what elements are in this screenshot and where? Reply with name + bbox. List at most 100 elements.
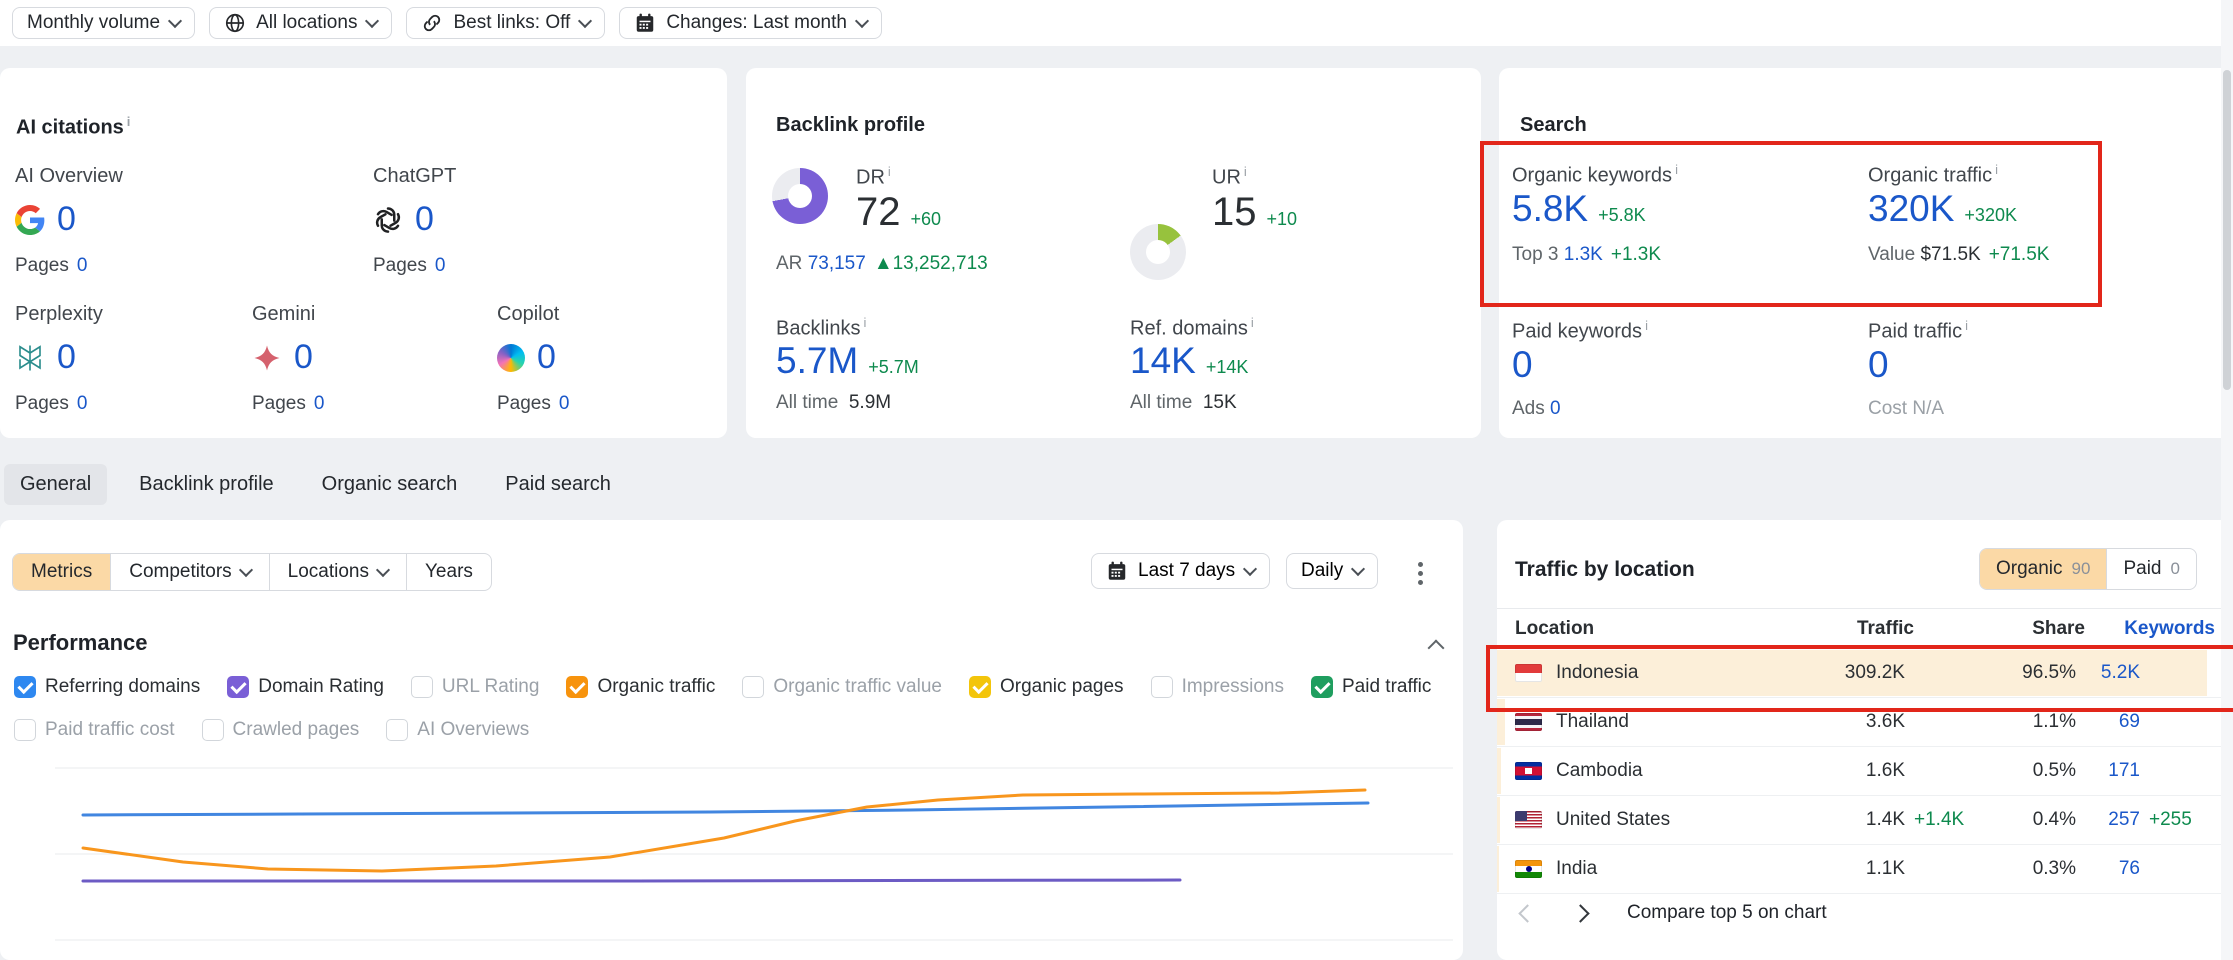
- info-icon[interactable]: i: [127, 114, 131, 129]
- tab-general[interactable]: General: [4, 464, 107, 505]
- metrics-segmented-control: Metrics Competitors Locations Years: [12, 553, 492, 591]
- perplexity-icon: [15, 343, 45, 373]
- paid-keywords-label: Paid keywordsi: [1512, 318, 1648, 344]
- ar-row: AR 73,157▲13,252,713: [776, 253, 988, 275]
- collapse-section-icon[interactable]: [1428, 640, 1445, 657]
- chatgpt-pages-link[interactable]: 0: [435, 255, 446, 276]
- checkbox-paid-traffic[interactable]: Paid traffic: [1311, 676, 1431, 698]
- info-icon[interactable]: i: [1675, 162, 1678, 177]
- scrollbar-thumb[interactable]: [2223, 70, 2231, 390]
- perplexity-count[interactable]: 0: [57, 338, 76, 377]
- checkbox-organic-traffic-value[interactable]: Organic traffic value: [742, 676, 942, 698]
- segment-metrics[interactable]: Metrics: [13, 554, 110, 590]
- date-range-dropdown[interactable]: Last 7 days: [1091, 553, 1270, 589]
- checkbox-impressions[interactable]: Impressions: [1151, 676, 1284, 698]
- tab-organic-search[interactable]: Organic search: [306, 464, 474, 505]
- checkbox-url-rating[interactable]: URL Rating: [411, 676, 540, 698]
- tab-paid-search[interactable]: Paid search: [489, 464, 627, 505]
- kebab-menu-icon[interactable]: [1414, 558, 1427, 589]
- backlinks-alltime: All time 5.9M: [776, 392, 891, 414]
- toggle-organic[interactable]: Organic90: [1980, 549, 2106, 589]
- copilot-count[interactable]: 0: [537, 338, 556, 377]
- changes-dropdown[interactable]: Changes: Last month: [619, 7, 882, 39]
- info-icon[interactable]: i: [863, 315, 866, 330]
- checkbox-referring-domains[interactable]: Referring domains: [14, 676, 200, 698]
- column-keywords[interactable]: Keywords: [2085, 618, 2215, 640]
- best-links-label: Best links: Off: [453, 12, 570, 34]
- info-icon[interactable]: i: [1995, 162, 1998, 177]
- gemini-pages-link[interactable]: 0: [314, 393, 325, 414]
- monthly-volume-dropdown[interactable]: Monthly volume: [12, 7, 195, 39]
- ai-citation-ai-overview: AI Overview 0 Pages0: [15, 165, 245, 277]
- ai-overview-count[interactable]: 0: [57, 200, 76, 239]
- search-panel: Search Organic keywordsi 5.8K+5.8K Top 3…: [1499, 68, 2233, 438]
- checkbox-icon: [969, 676, 991, 698]
- info-icon[interactable]: i: [1244, 164, 1247, 179]
- checkbox-crawled-pages[interactable]: Crawled pages: [202, 719, 360, 741]
- gemini-icon: [252, 343, 282, 373]
- flag-thailand: [1515, 713, 1542, 731]
- column-share[interactable]: Share: [1993, 618, 2085, 640]
- perplexity-pages-link[interactable]: 0: [77, 393, 88, 414]
- next-page-icon[interactable]: [1571, 904, 1589, 922]
- tab-backlink-profile[interactable]: Backlink profile: [123, 464, 290, 505]
- info-icon[interactable]: i: [1645, 318, 1648, 333]
- info-icon[interactable]: i: [888, 164, 891, 179]
- checkbox-paid-traffic-cost[interactable]: Paid traffic cost: [14, 719, 175, 741]
- granularity-dropdown[interactable]: Daily: [1286, 553, 1378, 589]
- backlinks-label: Backlinksi: [776, 315, 866, 341]
- info-icon[interactable]: i: [1251, 315, 1254, 330]
- keywords-link[interactable]: 5.2K: [2076, 662, 2140, 684]
- prev-page-icon[interactable]: [1518, 904, 1536, 922]
- paid-traffic-value-link[interactable]: 0: [1868, 344, 1889, 385]
- column-traffic[interactable]: Traffic: [1818, 618, 1914, 640]
- compare-top5-label[interactable]: Compare top 5 on chart: [1627, 902, 1827, 924]
- table-row-india[interactable]: India 1.1K 0.3% 76: [1497, 845, 2233, 894]
- search-title: Search: [1520, 114, 1587, 137]
- all-locations-dropdown[interactable]: All locations: [209, 7, 392, 39]
- organic-keywords-label: Organic keywordsi: [1512, 162, 1678, 188]
- table-row-thailand[interactable]: Thailand 3.6K 1.1% 69: [1497, 698, 2233, 747]
- info-icon[interactable]: i: [1965, 318, 1968, 333]
- ai-overview-pages-link[interactable]: 0: [77, 255, 88, 276]
- copilot-pages-link[interactable]: 0: [559, 393, 570, 414]
- granularity-label: Daily: [1301, 560, 1343, 582]
- chevron-down-icon: [1351, 562, 1365, 576]
- segment-years[interactable]: Years: [406, 554, 491, 590]
- column-location[interactable]: Location: [1515, 618, 1818, 640]
- organic-keywords-sub: Top 3 1.3K+1.3K: [1512, 244, 1661, 266]
- performance-chart[interactable]: [10, 763, 1455, 948]
- best-links-dropdown[interactable]: Best links: Off: [406, 7, 605, 39]
- top3-link[interactable]: 1.3K: [1564, 244, 1603, 265]
- checkbox-icon: [14, 719, 36, 741]
- organic-keywords-value-link[interactable]: 5.8K: [1512, 188, 1588, 229]
- keywords-link[interactable]: 257: [2076, 809, 2140, 831]
- toggle-paid[interactable]: Paid0: [2106, 549, 2196, 589]
- checkbox-icon: [202, 719, 224, 741]
- scrollbar[interactable]: [2221, 0, 2233, 960]
- checkbox-organic-traffic[interactable]: Organic traffic: [566, 676, 715, 698]
- table-row-cambodia[interactable]: Cambodia 1.6K 0.5% 171: [1497, 747, 2233, 796]
- segment-competitors[interactable]: Competitors: [110, 554, 268, 590]
- backlinks-value-link[interactable]: 5.7M: [776, 340, 858, 381]
- ref-domains-value-link[interactable]: 14K: [1130, 340, 1196, 381]
- keywords-link[interactable]: 69: [2076, 711, 2140, 733]
- paid-keywords-value-link[interactable]: 0: [1512, 344, 1533, 385]
- checkbox-ai-overviews[interactable]: AI Overviews: [386, 719, 529, 741]
- keywords-link[interactable]: 171: [2076, 760, 2140, 782]
- keywords-link[interactable]: 76: [2076, 858, 2140, 880]
- chatgpt-icon: [373, 205, 403, 235]
- table-row-indonesia[interactable]: Indonesia 309.2K 96.5% 5.2K: [1497, 649, 2233, 698]
- ads-link[interactable]: 0: [1550, 398, 1561, 419]
- checkbox-icon: [227, 676, 249, 698]
- ar-value-link[interactable]: 73,157: [808, 253, 866, 274]
- organic-count: 90: [2072, 559, 2091, 579]
- chatgpt-count[interactable]: 0: [415, 200, 434, 239]
- checkbox-domain-rating[interactable]: Domain Rating: [227, 676, 384, 698]
- checkbox-organic-pages[interactable]: Organic pages: [969, 676, 1124, 698]
- gemini-count[interactable]: 0: [294, 338, 313, 377]
- dr-label: DRi: [856, 164, 891, 190]
- segment-locations[interactable]: Locations: [269, 554, 406, 590]
- table-row-united-states[interactable]: United States 1.4K +1.4K 0.4% 257 +255: [1497, 796, 2233, 845]
- organic-traffic-value-link[interactable]: 320K: [1868, 188, 1954, 229]
